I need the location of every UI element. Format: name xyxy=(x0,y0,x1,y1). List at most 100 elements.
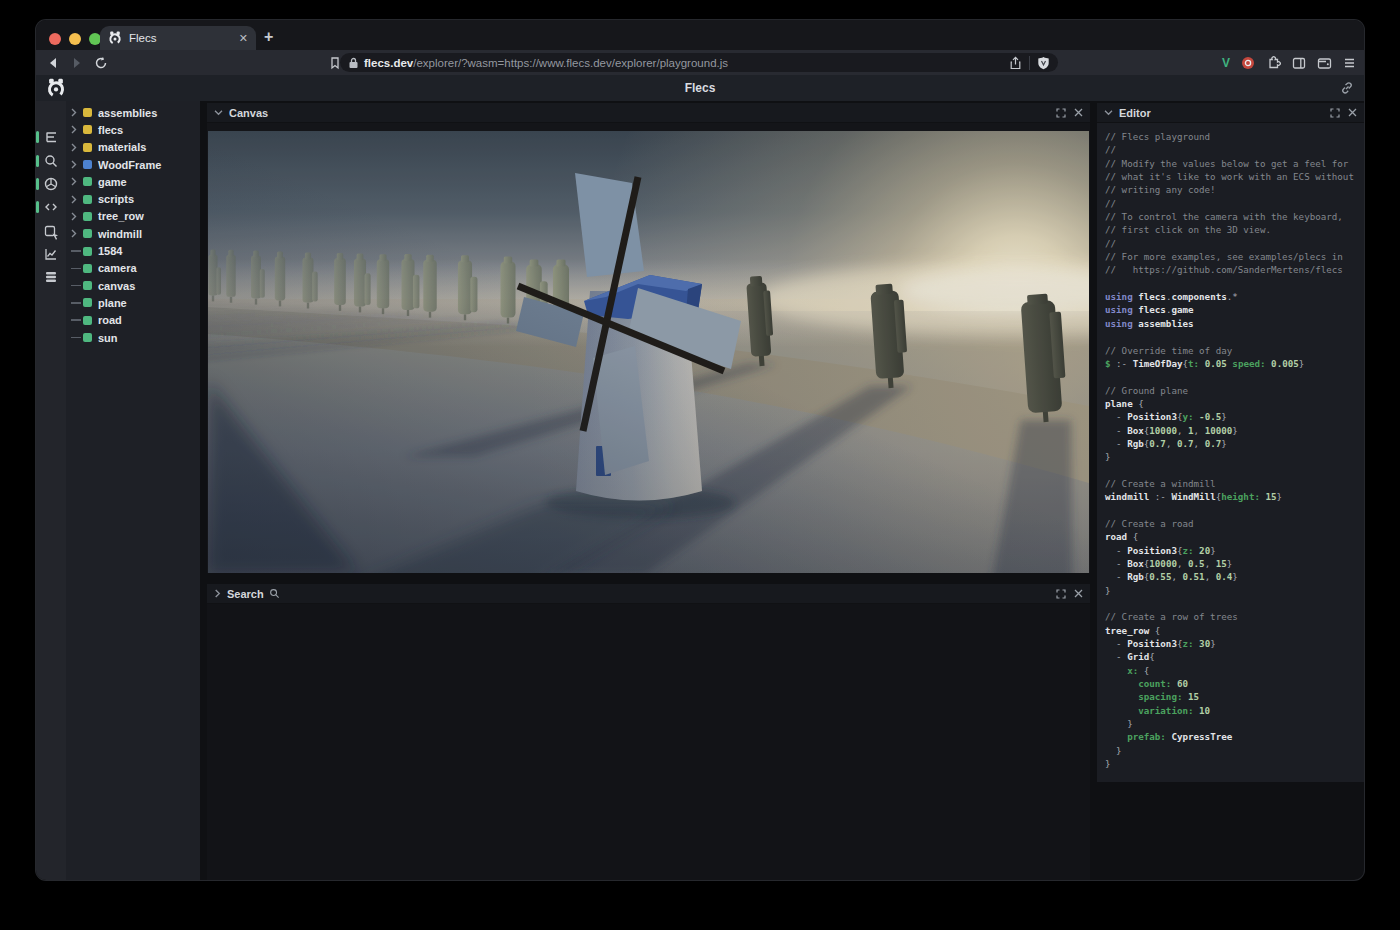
url-bar[interactable]: flecs.dev/explorer/?wasm=https://www.fle… xyxy=(340,53,1058,72)
page-header: Flecs xyxy=(36,75,1364,101)
leaf-dash xyxy=(71,302,81,304)
leaf-dash xyxy=(71,337,81,339)
editor-panel-title: Editor xyxy=(1119,107,1151,119)
tree-item-label: canvas xyxy=(98,280,135,292)
content: assembliesflecsmaterials WoodFrame game scr… xyxy=(36,101,1364,880)
leaf-dash xyxy=(71,285,81,287)
close-icon[interactable] xyxy=(1074,589,1083,598)
sphere-icon[interactable] xyxy=(43,176,59,192)
entity-kind-badge xyxy=(83,333,92,342)
tree-item-label: plane xyxy=(98,297,127,309)
tree-item-scripts[interactable]: scripts xyxy=(66,190,200,207)
canvas-panel-title: Canvas xyxy=(229,107,268,119)
expand-icon[interactable] xyxy=(1330,108,1340,118)
tab-close-icon[interactable]: ✕ xyxy=(239,33,248,44)
chevron-right-icon[interactable] xyxy=(71,212,77,221)
chevron-down-icon[interactable] xyxy=(1104,109,1113,116)
tree-item-assemblies[interactable]: assemblies xyxy=(66,104,200,121)
entity-kind-badge xyxy=(83,298,92,307)
tree-item-label: 1584 xyxy=(98,245,122,257)
chevron-right-icon[interactable] xyxy=(71,108,77,117)
inspect-icon[interactable] xyxy=(43,224,59,240)
search-panel-title: Search xyxy=(227,588,264,600)
search-icon[interactable] xyxy=(43,153,59,169)
entity-kind-badge xyxy=(83,125,92,134)
tree-item-1584[interactable]: 1584 xyxy=(66,242,200,259)
new-tab-button[interactable]: + xyxy=(264,28,273,46)
search-panel: Search xyxy=(207,584,1090,880)
lock-icon xyxy=(348,57,359,69)
entity-kind-badge xyxy=(83,281,92,290)
vue-devtools-icon[interactable]: V xyxy=(1222,56,1230,70)
active-indicator xyxy=(36,131,39,143)
active-indicator xyxy=(36,155,39,167)
chart-icon[interactable] xyxy=(43,246,59,262)
tree-item-label: tree_row xyxy=(98,210,144,222)
tab-bar: Flecs ✕ + xyxy=(36,20,1364,50)
link-icon[interactable] xyxy=(1340,81,1354,95)
forward-icon[interactable] xyxy=(70,56,84,70)
tree-item-label: camera xyxy=(98,262,137,274)
close-icon[interactable] xyxy=(1348,108,1357,117)
chevron-down-icon[interactable] xyxy=(214,109,223,116)
tree-item-tree_row[interactable]: tree_row xyxy=(66,208,200,225)
entity-kind-badge xyxy=(83,212,92,221)
chevron-right-icon[interactable] xyxy=(71,229,77,238)
tree-item-game[interactable]: game xyxy=(66,173,200,190)
back-icon[interactable] xyxy=(46,56,60,70)
expand-icon[interactable] xyxy=(1056,589,1066,599)
search-icon xyxy=(269,588,280,599)
tree-item-windmill[interactable]: windmill xyxy=(66,225,200,242)
browser-tab[interactable]: Flecs ✕ xyxy=(100,26,256,50)
browser-toolbar: flecs.dev/explorer/?wasm=https://www.fle… xyxy=(36,50,1364,75)
entity-kind-badge xyxy=(83,264,92,273)
tree-item-sun[interactable]: sun xyxy=(66,329,200,346)
share-icon[interactable] xyxy=(1009,56,1022,70)
wallet-icon[interactable] xyxy=(1317,56,1332,70)
entity-kind-badge xyxy=(83,160,92,169)
tree-item-camera[interactable]: camera xyxy=(66,260,200,277)
menu-icon[interactable] xyxy=(1343,57,1356,69)
hierarchy-icon[interactable] xyxy=(43,129,59,145)
minimize-window-button[interactable] xyxy=(69,33,81,45)
chevron-right-icon[interactable] xyxy=(214,589,221,598)
tree-item-materials[interactable]: materials xyxy=(66,139,200,156)
tree-item-label: WoodFrame xyxy=(98,159,161,171)
tree-item-road[interactable]: road xyxy=(66,312,200,329)
desktop: { "window": { "traffic_lights": ["#ed6a5… xyxy=(0,0,1400,930)
close-window-button[interactable] xyxy=(49,33,61,45)
chevron-right-icon[interactable] xyxy=(71,195,77,204)
chevron-right-icon[interactable] xyxy=(71,125,77,134)
canvas-panel-header[interactable]: Canvas xyxy=(207,103,1090,123)
canvas-panel: Canvas xyxy=(207,103,1090,573)
close-icon[interactable] xyxy=(1074,108,1083,117)
puzzle-icon[interactable] xyxy=(1266,55,1281,70)
editor-panel-header[interactable]: Editor xyxy=(1097,103,1364,123)
search-results-area[interactable] xyxy=(207,604,1090,880)
leaf-dash xyxy=(71,250,81,252)
search-panel-header[interactable]: Search xyxy=(207,584,1090,604)
tree-item-plane[interactable]: plane xyxy=(66,294,200,311)
entity-kind-badge xyxy=(83,108,92,117)
chevron-right-icon[interactable] xyxy=(71,160,77,169)
sidebar-icon[interactable] xyxy=(1292,56,1306,70)
reload-icon[interactable] xyxy=(94,56,108,70)
code-icon[interactable] xyxy=(43,199,59,215)
chevron-right-icon[interactable] xyxy=(71,177,77,186)
expand-icon[interactable] xyxy=(1056,108,1066,118)
chevron-right-icon[interactable] xyxy=(71,143,77,152)
tree-item-WoodFrame[interactable]: WoodFrame xyxy=(66,156,200,173)
code-editor[interactable]: // Flecs playground//// Modify the value… xyxy=(1097,123,1364,782)
window-controls[interactable] xyxy=(49,33,101,45)
tree-item-flecs[interactable]: flecs xyxy=(66,121,200,138)
tab-title: Flecs xyxy=(129,32,239,44)
shield-icon[interactable] xyxy=(1037,56,1050,70)
tree-item-canvas[interactable]: canvas xyxy=(66,277,200,294)
flecs-favicon xyxy=(108,31,122,45)
leaf-dash xyxy=(71,268,81,270)
rows-icon[interactable] xyxy=(43,269,59,285)
3d-scene[interactable] xyxy=(208,131,1089,573)
icon-sidebar xyxy=(36,101,66,880)
tree-item-label: scripts xyxy=(98,193,134,205)
extension-icon[interactable] xyxy=(1241,56,1255,70)
